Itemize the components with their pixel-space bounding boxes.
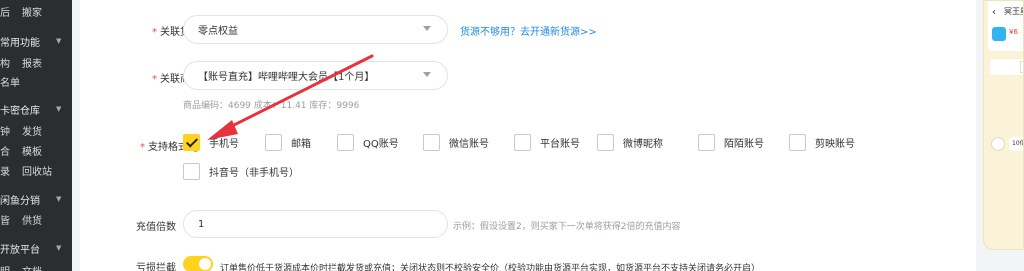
preview-switch [1020,61,1023,73]
preview-header: ‹ 冥王星 ¥6 [988,1,1023,51]
mobile-preview: ‹ 冥王星 ¥6 10倍 [983,0,1024,250]
app-icon [992,27,1006,41]
preview-bubble: 10倍 [1009,137,1023,151]
preview-field [990,59,1023,75]
back-arrow-icon[interactable]: ‹ [992,7,996,18]
annotation-arrow [207,54,374,140]
preview-title: 冥王星 [1004,7,1023,16]
preview-price: ¥6 [1009,28,1018,36]
avatar [991,137,1005,151]
